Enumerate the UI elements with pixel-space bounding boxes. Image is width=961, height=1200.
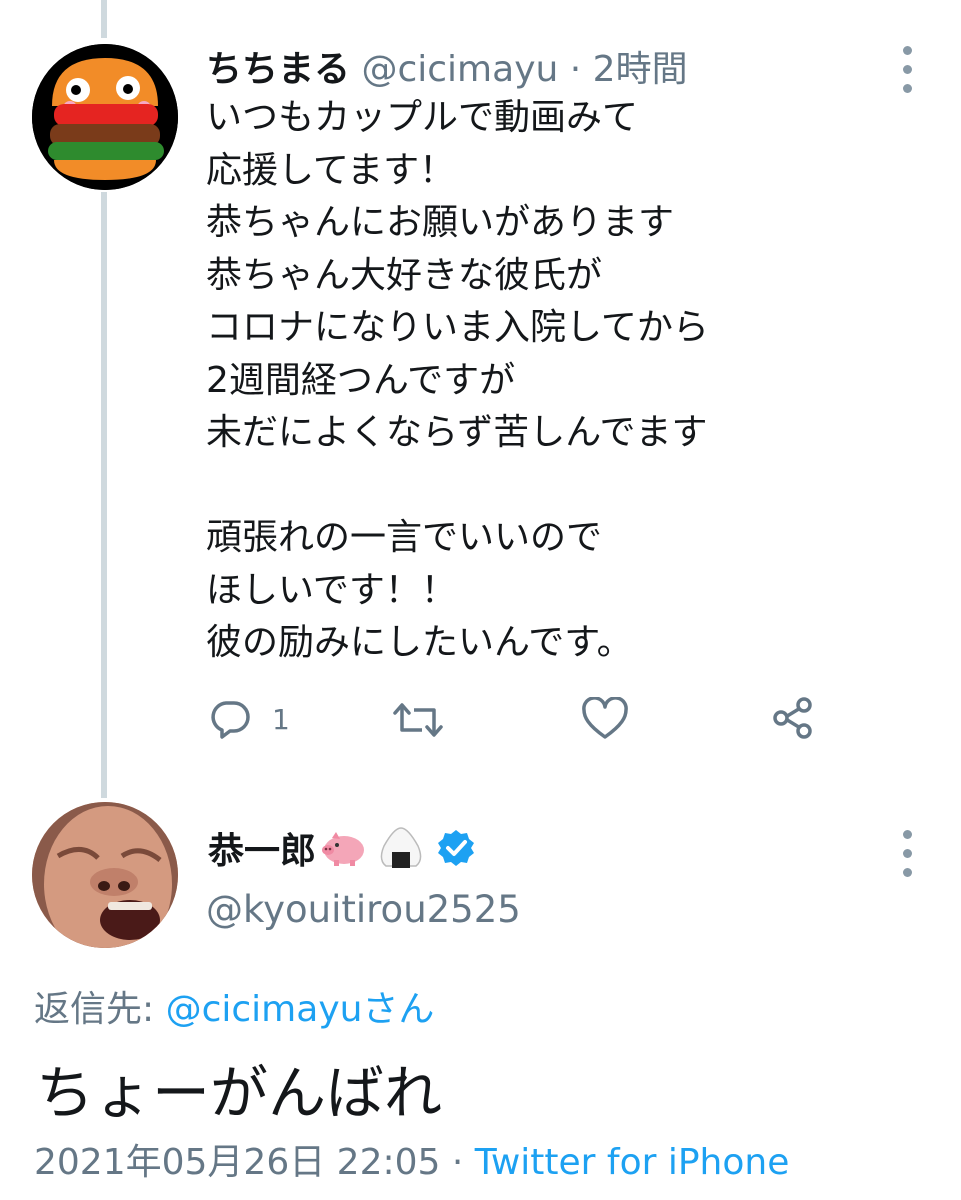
retweet-button[interactable] [392, 700, 444, 740]
pig-icon [322, 832, 365, 866]
tweet-header: ちちまる @cicimayu · 2時間 [206, 40, 688, 92]
reply-to-link[interactable]: @cicimayuさん [166, 989, 435, 1030]
crying-face-avatar [32, 802, 178, 948]
tweet-timestamp: 2021年05月26日 22:05 · Twitter for iPhone [34, 1133, 789, 1185]
share-icon [773, 697, 812, 739]
display-name[interactable]: 恭一郎 [208, 822, 316, 874]
reply-to-label: 返信先: [34, 989, 155, 1030]
tweet-source[interactable]: Twitter for iPhone [475, 1142, 790, 1183]
replying-to: 返信先: @cicimayuさん [34, 980, 434, 1032]
more-options-icon[interactable] [901, 46, 913, 93]
reply-button[interactable]: 1 [208, 697, 290, 741]
user-handle[interactable]: @cicimayu [361, 49, 558, 90]
heart-icon [582, 697, 628, 739]
thread-line-connector [101, 192, 107, 798]
hamburger-avatar [32, 44, 178, 190]
tweet-date[interactable]: 2021年05月26日 22:05 [34, 1142, 440, 1183]
more-options-icon[interactable] [901, 830, 913, 877]
time-ago[interactable]: 2時間 [593, 49, 688, 90]
user-handle[interactable]: @kyouitirou2525 [206, 888, 521, 931]
verified-badge-icon [438, 830, 475, 866]
tweet-text: ちょーがんばれ [36, 1059, 443, 1127]
reply-count: 1 [272, 702, 290, 736]
onigiri-icon [380, 827, 422, 868]
share-button[interactable] [772, 697, 814, 739]
display-name[interactable]: ちちまる [206, 49, 350, 90]
separator: · [569, 49, 582, 90]
avatar[interactable] [32, 802, 178, 948]
retweet-icon [393, 703, 443, 737]
tweet-text: いつもカップルで動画みて 応援してます！ 恭ちゃんにお願いがあります 恭ちゃん大… [206, 97, 709, 663]
thread-line-top [101, 0, 107, 38]
display-name-row[interactable]: 恭一郎 [208, 822, 476, 874]
like-button[interactable] [582, 697, 628, 741]
separator: · [451, 1142, 464, 1183]
reply-icon [211, 701, 250, 739]
avatar[interactable] [32, 44, 178, 190]
